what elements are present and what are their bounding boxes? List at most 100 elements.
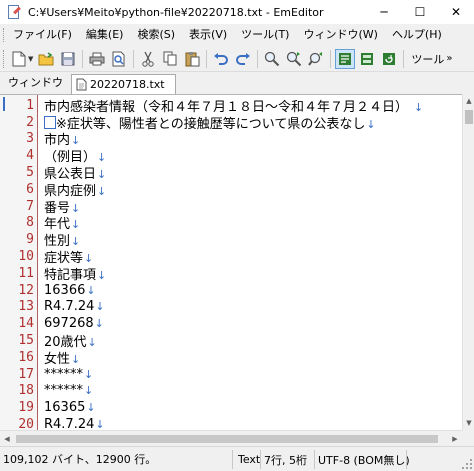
toolbar-overflow-chevron-icon[interactable]: » [446, 53, 452, 64]
menu-view[interactable]: 表示(V) [182, 24, 234, 46]
refresh-icon[interactable] [379, 49, 399, 69]
tab-label: 20220718.txt [90, 78, 165, 91]
find-next-icon[interactable] [284, 49, 304, 69]
editor-line[interactable]: 4 （例目）↓ [0, 147, 462, 165]
line-number: 18 [18, 383, 34, 399]
line-text[interactable]: ※症状等、陽性者との接触歴等について県の公表なし↓ [44, 113, 376, 132]
editor-line[interactable]: 3 市内↓ [0, 131, 462, 148]
save-icon[interactable] [58, 49, 78, 69]
newline-marker-icon: ↓ [95, 300, 105, 314]
newline-marker-icon: ↓ [97, 184, 107, 198]
horizontal-scroll-thumb[interactable] [16, 435, 438, 443]
editor-line[interactable]: 11 特記事項↓ [0, 264, 462, 283]
toolbar-separator [133, 49, 135, 68]
split-window-icon[interactable] [357, 49, 377, 69]
resize-grip-icon[interactable] [462, 459, 472, 469]
line-number: 14 [18, 316, 34, 332]
line-number: 16 [18, 349, 34, 365]
editor-line[interactable]: 15 20歳代↓ [0, 332, 462, 350]
editor-line[interactable]: 20 R4.7.24↓ [0, 416, 462, 430]
menu-help[interactable]: ヘルプ(H) [385, 24, 449, 46]
menu-tools[interactable]: ツール(T) [234, 24, 296, 46]
line-text[interactable]: 特記事項↓ [44, 264, 106, 283]
new-file-dropdown-icon[interactable]: ▼ [28, 55, 33, 63]
new-file-icon[interactable] [9, 49, 29, 69]
editor-line[interactable]: 9 性別↓ [0, 231, 462, 249]
open-folder-icon[interactable] [36, 49, 56, 69]
horizontal-scrollbar[interactable]: ◀ ▶ [0, 430, 462, 446]
editor-line[interactable]: 19 16365↓ [0, 399, 462, 416]
menu-window[interactable]: ウィンドウ(W) [296, 24, 384, 46]
text-editor-area[interactable]: 1 市内感染者情報（令和４年７月１８日～令和４年７月２４日） ↓ 2 ※症状等、陽性者と… [0, 94, 462, 430]
menu-search[interactable]: 検索(S) [130, 24, 182, 46]
editor-line[interactable]: 2 ※症状等、陽性者との接触歴等について県の公表なし↓ [0, 113, 462, 132]
editor-line[interactable]: 13 R4.7.24↓ [0, 299, 462, 316]
copy-icon[interactable] [160, 49, 180, 69]
editor-line[interactable]: 7 番号↓ [0, 198, 462, 216]
menu-file[interactable]: ファイル(F) [6, 24, 79, 46]
window-controls: ─ ☐ ✕ [366, 0, 474, 24]
status-encoding[interactable]: UTF-8 (BOM無し) [318, 451, 410, 468]
undo-icon[interactable] [211, 49, 231, 69]
line-number: 12 [18, 282, 34, 298]
editor-line[interactable]: 10 症状等↓ [0, 248, 462, 266]
status-cursor-position[interactable]: 7行, 5桁 [264, 451, 307, 468]
tab-20220718-txt[interactable]: 20220718.txt [71, 74, 176, 94]
scrollbar-corner [462, 430, 474, 446]
toolbar-separator [206, 49, 208, 68]
minimize-button[interactable]: ─ [366, 0, 402, 24]
close-button[interactable]: ✕ [438, 0, 474, 24]
line-text[interactable]: R4.7.24↓ [44, 417, 105, 430]
line-text[interactable]: 697268↓ [44, 316, 104, 331]
line-content: R4.7.24 [44, 299, 95, 315]
vertical-scroll-thumb[interactable] [465, 110, 473, 124]
newline-marker-icon: ↓ [84, 367, 94, 381]
scroll-right-arrow-icon[interactable]: ▶ [448, 431, 462, 447]
status-bar: 109,102 バイト、12900 行。 Text 7行, 5桁 UTF-8 (… [0, 446, 474, 471]
editor-line[interactable]: 6 県内症例↓ [0, 181, 462, 199]
status-mode[interactable]: Text [238, 451, 260, 468]
editor-line[interactable]: 18 ******↓ [0, 383, 462, 400]
redo-icon[interactable] [233, 49, 253, 69]
line-text[interactable]: 女性↓ [44, 348, 80, 367]
editor-line[interactable]: 16 女性↓ [0, 348, 462, 367]
toolbar-tools-label[interactable]: ツール [411, 51, 444, 67]
editor-line[interactable]: 14 697268↓ [0, 315, 462, 332]
word-wrap-icon[interactable] [335, 48, 356, 69]
print-preview-icon[interactable] [109, 49, 129, 69]
line-content: 697268 [44, 316, 94, 332]
editor-line[interactable]: 5 県公表日↓ [0, 164, 462, 182]
line-text[interactable]: 16365↓ [44, 400, 96, 415]
editor-line[interactable]: 8 年代↓ [0, 215, 462, 232]
line-text[interactable]: ******↓ [44, 383, 93, 398]
scroll-down-arrow-icon[interactable]: ▼ [463, 416, 474, 430]
paste-icon[interactable] [182, 49, 202, 69]
editor-line[interactable]: 1 市内感染者情報（令和４年７月１８日～令和４年７月２４日） ↓ [0, 97, 462, 115]
emeditor-app-icon[interactable] [6, 4, 22, 20]
line-text[interactable]: R4.7.24↓ [44, 299, 105, 314]
line-number: 19 [18, 400, 34, 416]
menu-edit[interactable]: 編集(E) [79, 24, 131, 46]
line-content: 女性 [44, 351, 71, 367]
line-content: 特記事項 [44, 267, 97, 283]
tab-window-label[interactable]: ウィンドウ [0, 74, 69, 94]
line-content: 16366 [44, 282, 86, 298]
print-icon[interactable] [87, 49, 107, 69]
newline-marker-icon: ↓ [86, 401, 96, 415]
cut-icon[interactable] [138, 49, 158, 69]
toolbar-grip[interactable] [3, 49, 6, 68]
line-text[interactable]: 16366↓ [44, 283, 96, 298]
line-number: 11 [18, 265, 34, 281]
scroll-up-arrow-icon[interactable]: ▲ [463, 94, 474, 108]
scroll-left-arrow-icon[interactable]: ◀ [0, 431, 14, 447]
vertical-scrollbar[interactable]: ▲ ▼ [462, 94, 474, 430]
maximize-button[interactable]: ☐ [402, 0, 438, 24]
find-previous-icon[interactable] [306, 49, 326, 69]
tab-bar: ウィンドウ 20220718.txt [0, 72, 474, 94]
line-text[interactable]: ******↓ [44, 367, 93, 382]
editor-line[interactable]: 17 ******↓ [0, 366, 462, 383]
find-icon[interactable] [262, 49, 282, 69]
text-file-icon [76, 78, 87, 91]
status-divider [314, 450, 315, 469]
editor-line[interactable]: 12 16366↓ [0, 282, 462, 299]
